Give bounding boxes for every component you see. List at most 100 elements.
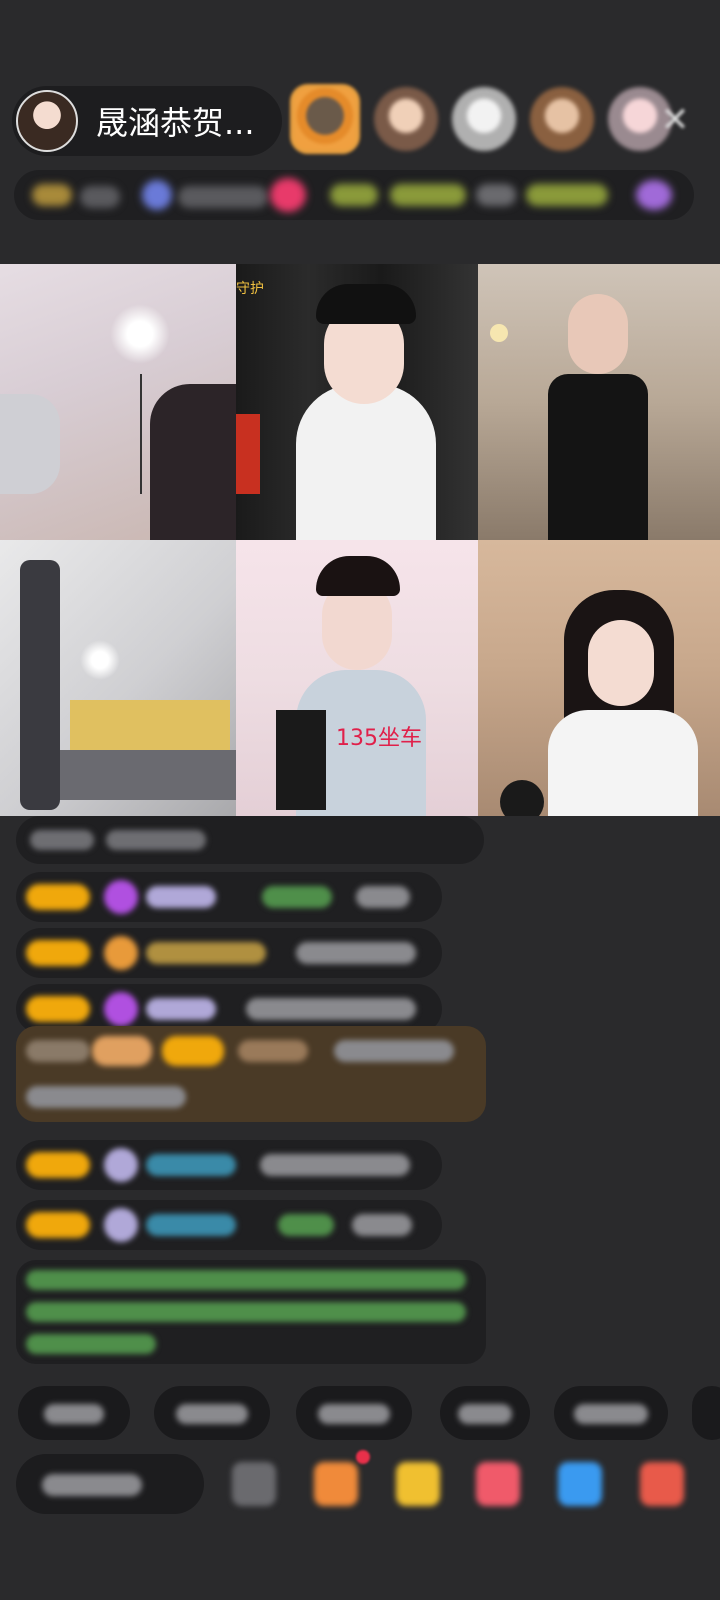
game-icon[interactable]	[476, 1462, 520, 1506]
gift-message[interactable]	[16, 1026, 486, 1122]
chat-text	[26, 1086, 186, 1108]
button-label	[176, 1404, 248, 1424]
close-icon[interactable]: ✕	[655, 100, 695, 140]
streamer-tile-2[interactable]: 守护	[236, 264, 478, 540]
avatar-icon	[104, 1208, 138, 1242]
username[interactable]	[278, 1214, 334, 1236]
button-label	[574, 1404, 648, 1424]
quick-reply-button[interactable]	[296, 1386, 412, 1440]
streamer-tile-1[interactable]	[0, 264, 236, 540]
tower-fan	[20, 560, 60, 810]
info-chip	[178, 186, 268, 208]
person-body	[548, 374, 648, 540]
username[interactable]	[262, 886, 332, 908]
top-viewers-list	[290, 84, 686, 154]
quick-reply-button[interactable]	[154, 1386, 270, 1440]
chat-text	[296, 942, 416, 964]
level-badge	[26, 940, 90, 966]
chat-text	[106, 830, 206, 850]
host-avatar[interactable]	[16, 90, 78, 152]
username[interactable]	[146, 886, 216, 908]
username[interactable]	[238, 1040, 308, 1062]
viewer-avatar-4[interactable]	[530, 87, 594, 151]
sofa	[60, 750, 236, 800]
tag-chip	[390, 184, 466, 206]
button-label	[458, 1404, 512, 1424]
chat-text	[30, 830, 94, 850]
ring-light	[110, 304, 170, 364]
person-face	[588, 620, 654, 706]
tag-chip	[330, 184, 378, 206]
notice-text	[26, 1302, 466, 1322]
tag-chip	[476, 184, 516, 206]
chat-text	[260, 1154, 410, 1176]
chat-message[interactable]	[16, 928, 442, 978]
info-chip	[80, 186, 120, 208]
streamer-tile-5[interactable]: 135坐车	[236, 540, 478, 816]
button-label	[44, 1404, 104, 1424]
more-icon[interactable]	[636, 180, 672, 210]
say-something-input[interactable]	[16, 1454, 204, 1514]
share-icon[interactable]	[232, 1462, 276, 1506]
store-icon[interactable]	[314, 1462, 358, 1506]
quick-reply-button[interactable]	[692, 1386, 720, 1440]
username[interactable]	[146, 942, 266, 964]
chat-text	[334, 1040, 454, 1062]
level-badge	[26, 996, 90, 1022]
streamer-tile-6[interactable]	[478, 540, 720, 816]
chat-text	[26, 1040, 90, 1062]
diamond-icon	[104, 880, 138, 914]
host-info-pill[interactable]: 晟涵恭贺...	[12, 86, 282, 156]
streamer-tile-4[interactable]	[0, 540, 236, 816]
gift-badge	[92, 1036, 152, 1066]
fan-badge-icon	[104, 936, 138, 970]
fans-icon	[142, 180, 172, 210]
level-badge	[26, 1152, 90, 1178]
multi-stream-grid: 守护 135坐车	[0, 264, 720, 816]
chat-message[interactable]	[16, 816, 484, 864]
chat-text	[356, 886, 410, 908]
ring-light	[80, 640, 120, 680]
message-icon[interactable]	[558, 1462, 602, 1506]
diamond-icon	[104, 992, 138, 1026]
level-badge	[162, 1036, 224, 1066]
gift-icon[interactable]	[396, 1462, 440, 1506]
microphone	[500, 780, 544, 816]
person-face	[568, 294, 628, 374]
chat-text	[246, 998, 416, 1020]
level-badge	[26, 1212, 90, 1238]
viewer-avatar-2[interactable]	[374, 87, 438, 151]
quick-reply-button[interactable]	[554, 1386, 668, 1440]
tag-chip	[526, 184, 608, 206]
tile-overlay-label: 守护	[236, 281, 264, 297]
avatar-icon	[104, 1148, 138, 1182]
streamer-tile-3[interactable]	[478, 264, 720, 540]
notice-text	[26, 1270, 466, 1290]
chat-message[interactable]	[16, 1140, 442, 1190]
stream-info-bar[interactable]	[14, 170, 694, 220]
light-stand	[140, 374, 142, 494]
person-hair	[316, 284, 416, 324]
level-badge	[26, 884, 90, 910]
chat-message[interactable]	[16, 872, 442, 922]
microphone	[276, 710, 326, 810]
button-label	[318, 1404, 390, 1424]
quick-reply-button[interactable]	[440, 1386, 530, 1440]
username[interactable]	[146, 998, 216, 1020]
viewer-avatar-1[interactable]	[290, 84, 360, 154]
username[interactable]	[146, 1214, 236, 1236]
chair	[0, 394, 60, 494]
username[interactable]	[146, 1154, 236, 1176]
chat-text	[352, 1214, 412, 1236]
viewer-avatar-3[interactable]	[452, 87, 516, 151]
decoration	[236, 414, 260, 494]
menu-icon[interactable]	[640, 1462, 684, 1506]
chat-message[interactable]	[16, 1200, 442, 1250]
quick-reply-button[interactable]	[18, 1386, 130, 1440]
person-hair	[316, 556, 400, 596]
person-body	[296, 384, 436, 540]
person-silhouette	[150, 384, 236, 540]
notice-text	[26, 1334, 156, 1354]
follow-icon[interactable]	[270, 178, 306, 212]
system-notice	[16, 1260, 486, 1364]
